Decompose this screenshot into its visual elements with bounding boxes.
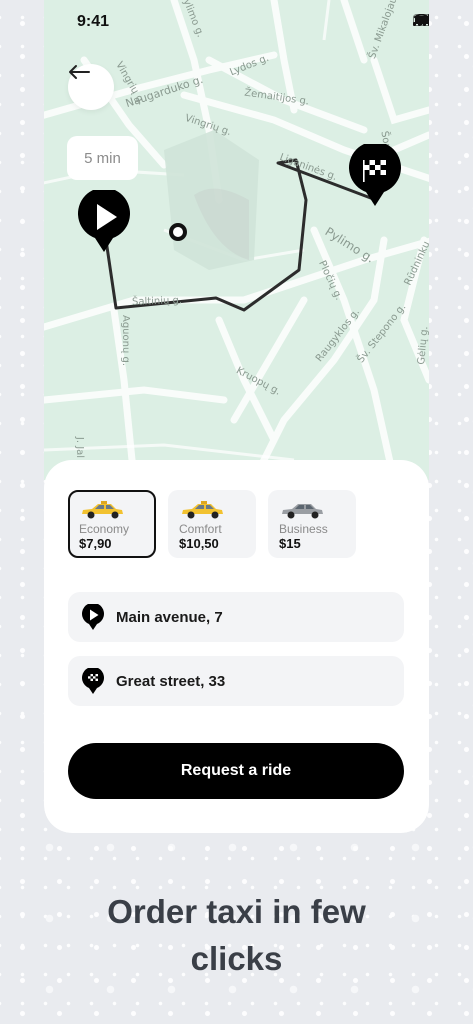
status-time: 9:41	[77, 13, 110, 30]
headline-line-1: Order taxi in few	[107, 893, 366, 930]
street-label: Aguonų g.	[120, 314, 132, 367]
ride-option-name: Comfort	[179, 522, 222, 536]
ride-panel: Economy $7,90 Comfort $10,50 Business $1…	[44, 460, 429, 833]
ride-option-comfort[interactable]: Comfort $10,50	[168, 490, 256, 558]
battery-icon	[413, 14, 429, 26]
pickup-address: Main avenue, 7	[116, 608, 223, 626]
business-car-icon	[282, 504, 323, 519]
status-bar: 9:41	[44, 0, 429, 44]
ride-option-name: Business	[279, 522, 328, 536]
flag-pin-icon	[82, 668, 104, 694]
start-pin[interactable]	[77, 190, 131, 252]
ride-option-price: $7,90	[79, 536, 112, 551]
eta-badge: 5 min	[67, 136, 138, 180]
request-ride-button[interactable]: Request a ride	[68, 743, 404, 799]
destination-field[interactable]: Great street, 33	[68, 656, 404, 706]
taxi-car-icon	[182, 501, 223, 519]
ride-option-price: $15	[279, 536, 301, 551]
street-label: J. Jal	[74, 436, 86, 459]
destination-address: Great street, 33	[116, 672, 226, 690]
street-label: Šaltinių g.	[131, 295, 183, 308]
headline-line-2: clicks	[190, 940, 283, 977]
ride-option-price: $10,50	[179, 536, 219, 551]
eta-text: 5 min	[84, 149, 121, 167]
end-pin[interactable]	[348, 144, 402, 206]
promo-headline: Order taxi in few clicks	[0, 888, 473, 982]
taxi-car-icon	[82, 501, 123, 519]
ride-option-economy[interactable]: Economy $7,90	[68, 490, 156, 558]
arrow-left-icon	[69, 65, 90, 79]
play-pin-icon	[82, 604, 104, 630]
ride-option-business[interactable]: Business $15	[268, 490, 356, 558]
pickup-field[interactable]: Main avenue, 7	[68, 592, 404, 642]
map-view[interactable]: Pylimo g. Lydos g. Naugarduko g. Vingrių…	[44, 0, 429, 480]
ride-option-name: Economy	[79, 522, 130, 536]
street-label: Gėlių g.	[416, 325, 429, 366]
phone-screen: Pylimo g. Lydos g. Naugarduko g. Vingrių…	[44, 0, 429, 833]
back-button[interactable]	[68, 64, 114, 110]
